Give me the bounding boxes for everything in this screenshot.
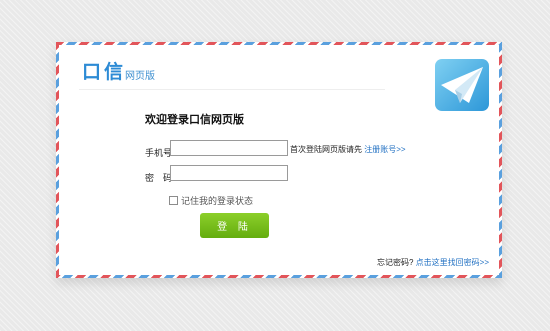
login-envelope-border: 口信 网页版 欢迎登录口信网页版 手机号 首次登陆网页版请先 注册账号>> 密 … — [56, 42, 502, 278]
password-input[interactable] — [170, 165, 288, 181]
forgot-password-text: 忘记密码? — [376, 258, 414, 267]
register-link[interactable]: 注册账号>> — [364, 145, 405, 154]
remember-me-label: 记住我的登录状态 — [181, 196, 254, 206]
register-hint-text: 首次登陆网页版请先 — [290, 145, 362, 154]
register-hint: 首次登陆网页版请先 注册账号>> — [290, 144, 406, 155]
login-button[interactable]: 登 陆 — [200, 213, 269, 238]
phone-input[interactable] — [170, 140, 288, 156]
header-divider — [79, 89, 385, 90]
app-logo-subtitle: 网页版 — [125, 71, 155, 82]
remember-me-checkbox[interactable] — [169, 196, 178, 205]
app-logo: 口信 — [82, 62, 127, 83]
forgot-password-area: 忘记密码? 点击这里找回密码>> — [377, 257, 489, 268]
login-title: 欢迎登录口信网页版 — [145, 113, 244, 126]
phone-label: 手机号 — [145, 148, 173, 158]
recover-password-link[interactable]: 点击这里找回密码>> — [416, 258, 489, 267]
password-label: 密 码 — [145, 173, 173, 183]
login-card: 口信 网页版 欢迎登录口信网页版 手机号 首次登陆网页版请先 注册账号>> 密 … — [59, 45, 499, 275]
remember-me-option[interactable]: 记住我的登录状态 — [169, 194, 253, 207]
paper-plane-icon — [435, 59, 489, 111]
